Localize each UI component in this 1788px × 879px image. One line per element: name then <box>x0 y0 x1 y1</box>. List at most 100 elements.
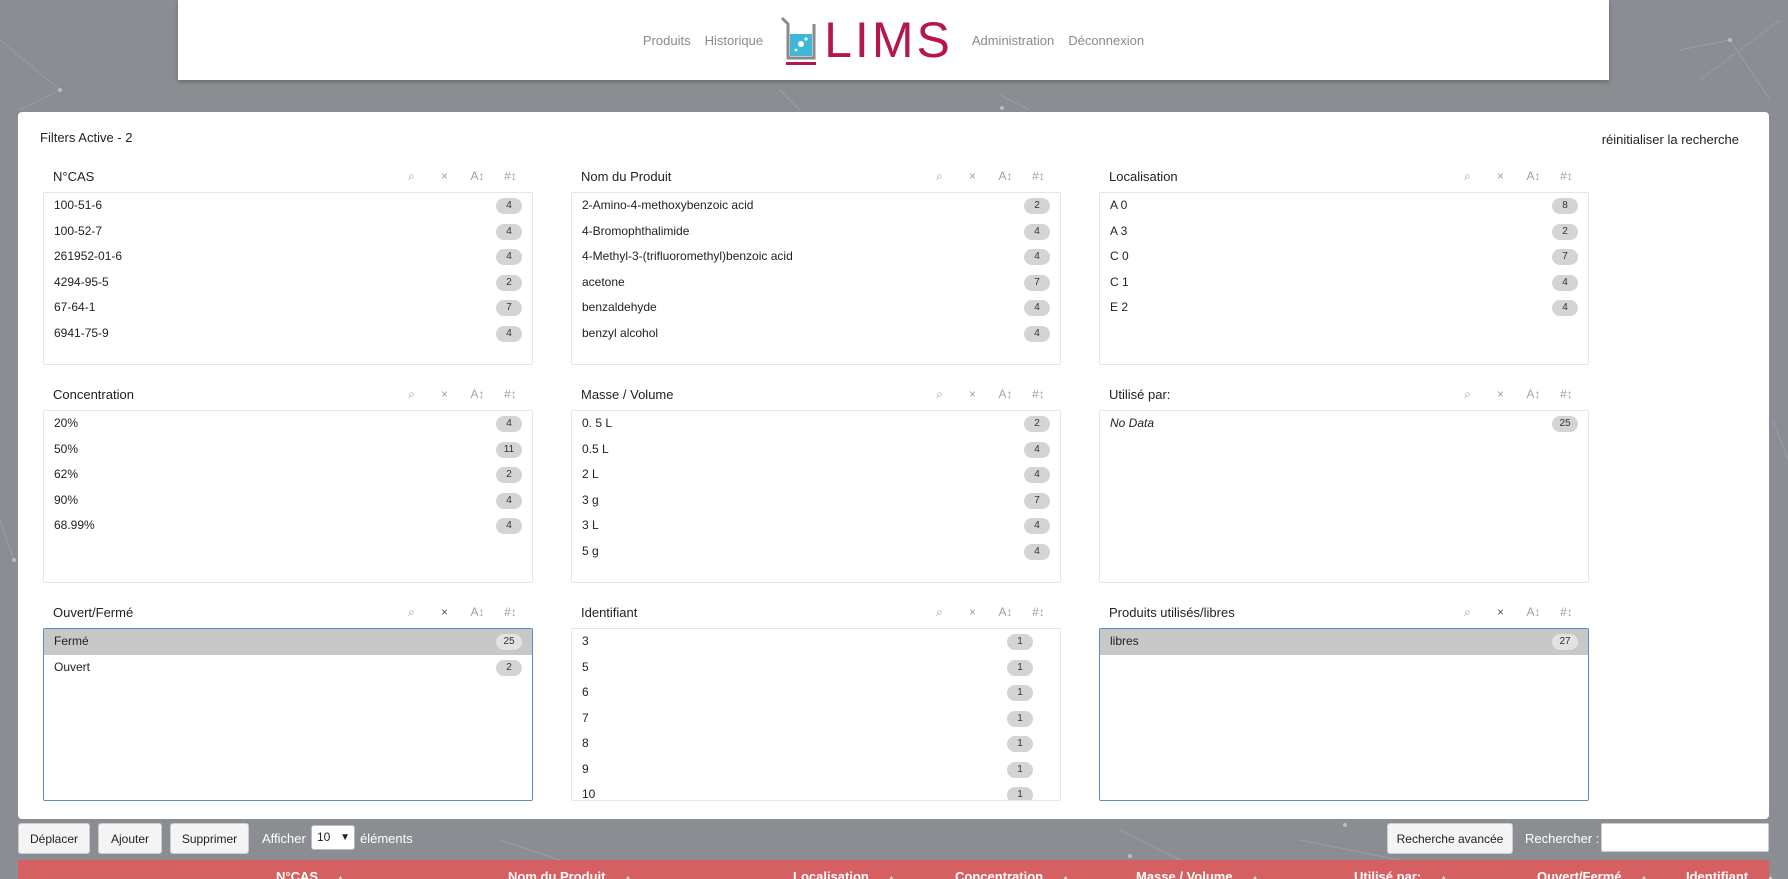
search-icon[interactable]: ⌕ <box>1451 384 1484 404</box>
pane-option[interactable]: 5 g 4 <box>572 539 1060 565</box>
column-header-utilise-par[interactable]: Utilisé par: ▲ <box>1354 869 1448 879</box>
move-button[interactable]: Déplacer <box>18 823 90 854</box>
pane-option[interactable]: 3 L 4 <box>572 513 1060 539</box>
pane-option[interactable]: Ouvert 2 <box>44 655 532 681</box>
pane-option[interactable]: A 0 8 <box>1100 193 1588 219</box>
search-icon[interactable]: ⌕ <box>395 602 428 622</box>
nav-historique[interactable]: Historique <box>705 33 764 48</box>
pane-option[interactable]: 0.5 L 4 <box>572 437 1060 463</box>
sort-number-icon[interactable]: #↕ <box>1550 166 1583 186</box>
sort-number-icon[interactable]: #↕ <box>1022 384 1055 404</box>
search-icon[interactable]: ⌕ <box>1451 166 1484 186</box>
pane-list[interactable]: 2-Amino-4-methoxybenzoic acid 2 4-Bromopht… <box>571 192 1061 365</box>
clear-icon[interactable]: × <box>428 166 461 186</box>
pane-option[interactable]: 61 <box>572 680 1060 706</box>
sort-alpha-icon[interactable]: A↕ <box>989 166 1022 186</box>
pane-option[interactable]: benzyl alcohol 4 <box>572 321 1060 347</box>
search-icon[interactable]: ⌕ <box>395 166 428 186</box>
sort-alpha-icon[interactable]: A↕ <box>989 384 1022 404</box>
pane-option[interactable]: libres 27 <box>1100 629 1588 655</box>
pane-option[interactable]: 3 g 7 <box>572 488 1060 514</box>
column-header-concentration[interactable]: Concentration ▲ <box>955 869 1070 879</box>
nav-administration[interactable]: Administration <box>972 33 1054 48</box>
pane-option[interactable]: 100-51-6 4 <box>44 193 532 219</box>
clear-icon[interactable]: × <box>428 602 461 622</box>
pane-option[interactable]: acetone 7 <box>572 270 1060 296</box>
pane-list[interactable]: 20% 4 50% 11 62% 2 90% 4 68.99% 4 <box>43 410 533 583</box>
sort-alpha-icon[interactable]: A↕ <box>989 602 1022 622</box>
delete-button[interactable]: Supprimer <box>170 823 249 854</box>
pane-option[interactable]: 62% 2 <box>44 462 532 488</box>
column-header-masse-volume[interactable]: Masse / Volume ▲ <box>1136 869 1260 879</box>
pane-option[interactable]: Fermé 25 <box>44 629 532 655</box>
pane-option[interactable]: 50% 11 <box>44 437 532 463</box>
column-header-localisation[interactable]: Localisation ▲ <box>793 869 896 879</box>
pane-option[interactable]: 31 <box>572 629 1060 655</box>
sort-alpha-icon[interactable]: A↕ <box>461 166 494 186</box>
clear-icon[interactable]: × <box>956 602 989 622</box>
nav-deconnexion[interactable]: Déconnexion <box>1068 33 1144 48</box>
pane-option[interactable]: 4294-95-5 2 <box>44 270 532 296</box>
pane-list[interactable]: 3 1 5 1 6 1 7 1 8 1 9 1 10 1 <box>571 628 1061 801</box>
sort-number-icon[interactable]: #↕ <box>1022 166 1055 186</box>
sort-alpha-icon[interactable]: A↕ <box>1517 602 1550 622</box>
pane-option[interactable]: 91 <box>572 757 1060 783</box>
page-size-select[interactable]: 10 ▼ <box>311 825 355 850</box>
pane-list[interactable]: libres 27 <box>1099 628 1589 801</box>
clear-icon[interactable]: × <box>1484 166 1517 186</box>
pane-option[interactable]: 6941-75-9 4 <box>44 321 532 347</box>
clear-icon[interactable]: × <box>428 384 461 404</box>
sort-alpha-icon[interactable]: A↕ <box>1517 384 1550 404</box>
sort-number-icon[interactable]: #↕ <box>1022 602 1055 622</box>
add-button[interactable]: Ajouter <box>98 823 162 854</box>
search-icon[interactable]: ⌕ <box>923 166 956 186</box>
pane-list[interactable]: No Data 25 <box>1099 410 1589 583</box>
clear-icon[interactable]: × <box>956 384 989 404</box>
column-header-nom-du-produit[interactable]: Nom du Produit ▲ <box>508 869 632 879</box>
pane-option[interactable]: 2 L 4 <box>572 462 1060 488</box>
clear-icon[interactable]: × <box>1484 384 1517 404</box>
sort-number-icon[interactable]: #↕ <box>494 384 527 404</box>
pane-option[interactable]: 51 <box>572 655 1060 681</box>
pane-option[interactable]: No Data 25 <box>1100 411 1588 437</box>
search-icon[interactable]: ⌕ <box>395 384 428 404</box>
sort-alpha-icon[interactable]: A↕ <box>461 384 494 404</box>
pane-option[interactable]: 67-64-1 7 <box>44 295 532 321</box>
pane-option[interactable]: 0. 5 L 2 <box>572 411 1060 437</box>
pane-option[interactable]: C 1 4 <box>1100 270 1588 296</box>
pane-option[interactable]: 4-Bromophthalimide 4 <box>572 219 1060 245</box>
pane-list[interactable]: Fermé 25 Ouvert 2 <box>43 628 533 801</box>
column-header-ouvert-ferme[interactable]: Ouvert/Fermé ▲ <box>1537 869 1648 879</box>
pane-option[interactable]: 4-Methyl-3-(trifluoromethyl)benzoic acid… <box>572 244 1060 270</box>
search-icon[interactable]: ⌕ <box>923 602 956 622</box>
sort-number-icon[interactable]: #↕ <box>494 602 527 622</box>
pane-option[interactable]: 20% 4 <box>44 411 532 437</box>
pane-option[interactable]: 71 <box>572 706 1060 732</box>
pane-list[interactable]: 0. 5 L 2 0.5 L 4 2 L 4 3 g 7 3 L 4 5 g 4 <box>571 410 1061 583</box>
column-header-n-cas[interactable]: N°CAS ▲ <box>276 869 345 879</box>
reset-search-link[interactable]: réinitialiser la recherche <box>1602 132 1739 147</box>
clear-icon[interactable]: × <box>956 166 989 186</box>
pane-option[interactable]: 81 <box>572 731 1060 757</box>
sort-alpha-icon[interactable]: A↕ <box>461 602 494 622</box>
sort-number-icon[interactable]: #↕ <box>1550 602 1583 622</box>
search-icon[interactable]: ⌕ <box>1451 602 1484 622</box>
advanced-search-button[interactable]: Recherche avancée <box>1387 823 1513 854</box>
pane-option[interactable]: 10 1 <box>572 782 1060 800</box>
pane-option[interactable]: 2-Amino-4-methoxybenzoic acid 2 <box>572 193 1060 219</box>
pane-option[interactable]: 261952-01-6 4 <box>44 244 532 270</box>
pane-option[interactable]: 68.99% 4 <box>44 513 532 539</box>
search-input[interactable] <box>1601 823 1769 852</box>
pane-list[interactable]: A 0 8 A 3 2 C 0 7 C 1 4 E 2 4 <box>1099 192 1589 365</box>
lims-logo[interactable]: LIMS <box>780 14 953 66</box>
column-header-identifiant[interactable]: Identifiant ▲ <box>1686 869 1775 879</box>
pane-option[interactable]: C 0 7 <box>1100 244 1588 270</box>
pane-option[interactable]: 100-52-7 4 <box>44 219 532 245</box>
clear-icon[interactable]: × <box>1484 602 1517 622</box>
pane-option[interactable]: benzaldehyde 4 <box>572 295 1060 321</box>
pane-list[interactable]: 100-51-6 4 100-52-7 4 261952-01-6 4 4294-95-5 2… <box>43 192 533 365</box>
sort-alpha-icon[interactable]: A↕ <box>1517 166 1550 186</box>
pane-option[interactable]: 90% 4 <box>44 488 532 514</box>
sort-number-icon[interactable]: #↕ <box>494 166 527 186</box>
pane-option[interactable]: E 2 4 <box>1100 295 1588 321</box>
